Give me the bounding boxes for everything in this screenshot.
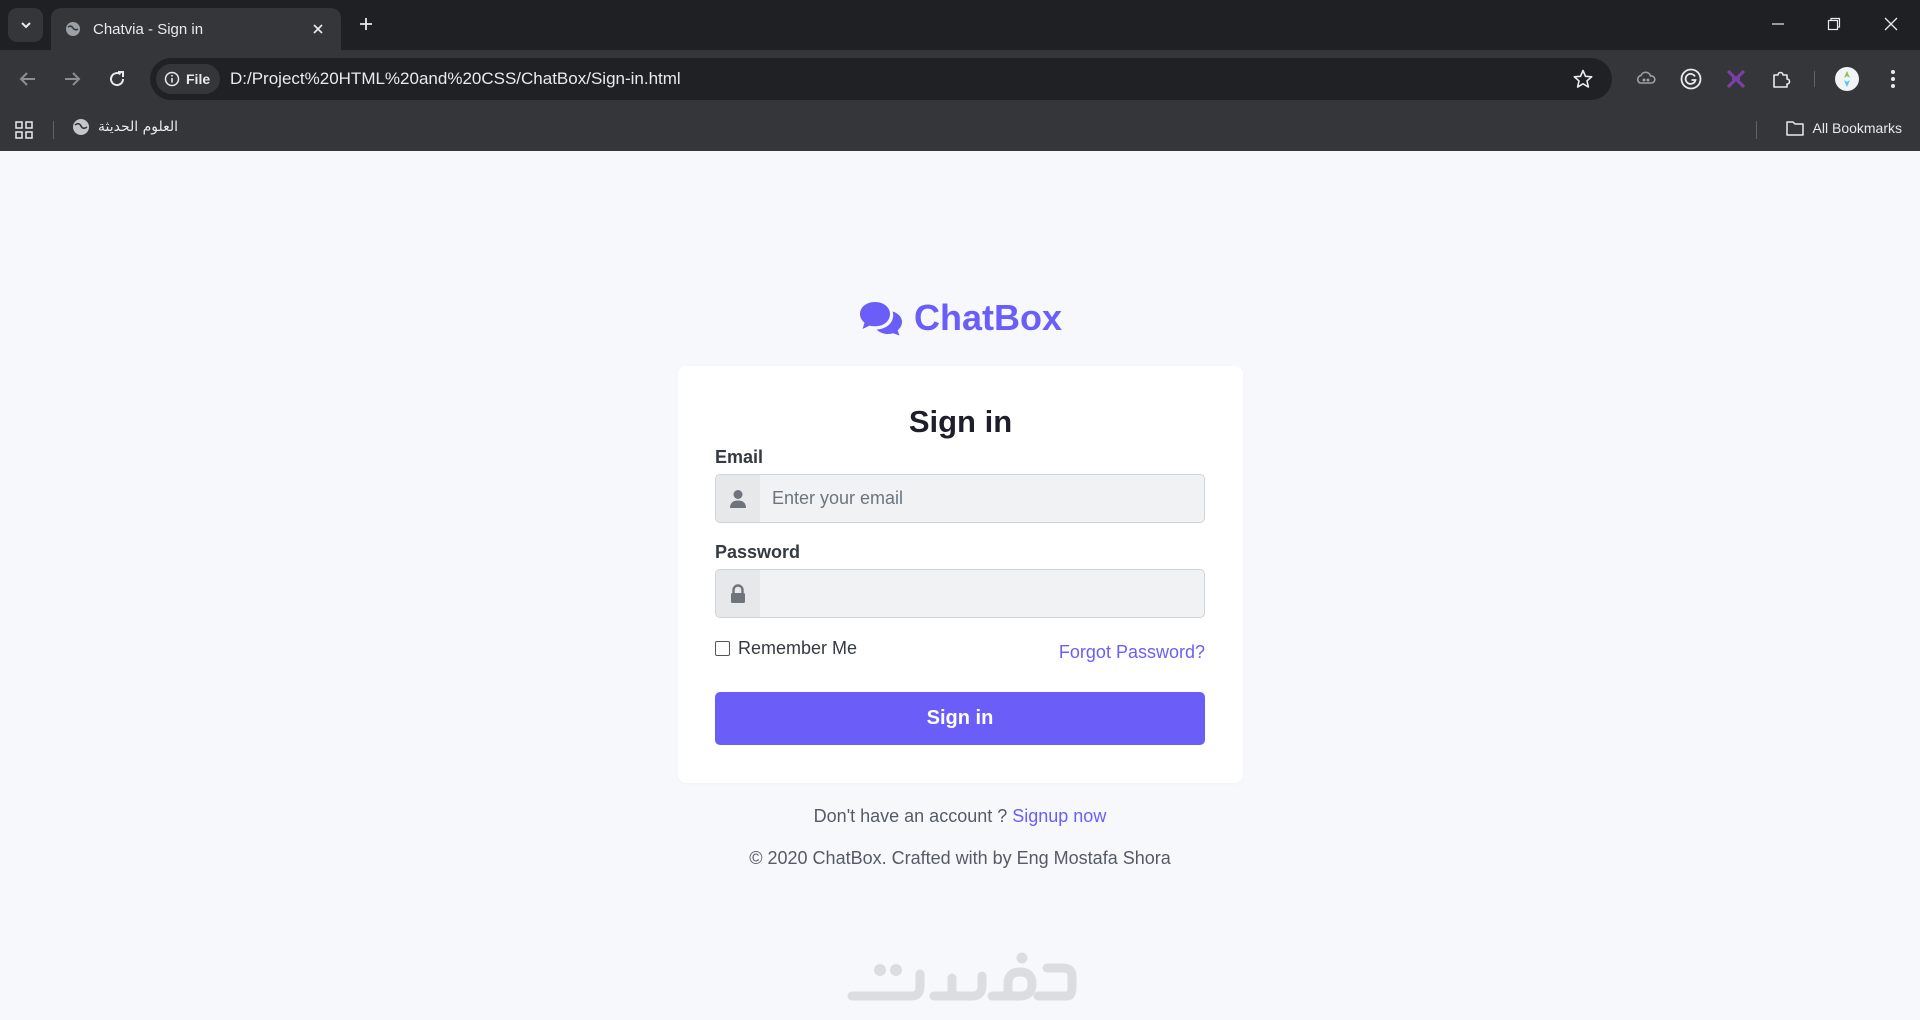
bookmarks-separator (53, 121, 54, 139)
reload-button[interactable] (105, 67, 129, 91)
bookmark-label: العلوم الحديثة (98, 119, 179, 135)
apps-grid-icon[interactable] (14, 120, 34, 140)
chevron-down-icon (20, 22, 31, 29)
active-tab[interactable]: Chatvia - Sign in (51, 8, 341, 50)
user-icon (730, 489, 746, 508)
signin-button[interactable]: Sign in (715, 692, 1205, 745)
watermark-logo (847, 952, 1077, 1001)
restore-button[interactable] (1820, 12, 1848, 36)
extension-cloud-icon[interactable] (1633, 66, 1659, 92)
bookmark-item[interactable]: العلوم الحديثة (72, 118, 178, 136)
reload-icon (110, 71, 125, 87)
close-tab-icon[interactable] (309, 20, 327, 38)
comments-icon (859, 302, 902, 336)
forward-button[interactable] (60, 67, 84, 91)
signup-prompt-text: Don't have an account ? (813, 806, 1013, 826)
copyright-text: © 2020 ChatBox. Crafted with by Eng Most… (749, 848, 1171, 868)
remember-label: Remember Me (738, 638, 858, 658)
grammarly-icon[interactable] (1678, 66, 1704, 92)
info-icon (164, 71, 180, 87)
brand-name: ChatBox (913, 297, 1062, 338)
puzzle-icon[interactable] (1768, 66, 1794, 92)
back-button[interactable] (16, 67, 40, 91)
new-tab-button[interactable] (356, 14, 376, 34)
tab-search-button[interactable] (8, 8, 43, 42)
url-text[interactable]: D:/Project%20HTML%20and%20CSS/ChatBox/Si… (230, 69, 681, 89)
all-bookmarks-label: All Bookmarks (1812, 120, 1902, 136)
minimize-icon (1772, 23, 1784, 25)
tab-title: Chatvia - Sign in (93, 20, 204, 38)
folder-icon (1785, 121, 1804, 136)
email-label: Email (715, 447, 764, 467)
site-info-chip[interactable]: File (156, 64, 221, 94)
close-icon (1884, 17, 1898, 31)
remember-me: Remember Me (715, 638, 857, 659)
bookmarks-bar: العلوم الحديثة All Bookmarks (0, 108, 1920, 151)
password-input-group (715, 569, 1205, 618)
bookmarks-separator (1756, 121, 1757, 139)
globe-icon (66, 22, 80, 36)
email-input-group (715, 474, 1205, 523)
password-addon (716, 570, 760, 617)
page-content: ChatBox Sign in Email Password Remember … (0, 151, 1920, 1020)
browser-toolbar: File D:/Project%20HTML%20and%20CSS/ChatB… (0, 50, 1920, 108)
signin-card: Sign in Email Password Remember Me Forgo… (678, 366, 1243, 783)
address-bar[interactable]: File D:/Project%20HTML%20and%20CSS/ChatB… (150, 58, 1612, 100)
password-input[interactable] (760, 570, 1204, 617)
brand-logo[interactable]: ChatBox (0, 297, 1920, 339)
email-input[interactable] (760, 475, 1204, 522)
plus-icon (360, 18, 372, 30)
restore-icon (1827, 17, 1841, 31)
kebab-menu-icon[interactable] (1880, 66, 1906, 92)
all-bookmarks-button[interactable]: All Bookmarks (1785, 119, 1902, 137)
arrow-right-icon (65, 72, 81, 86)
signup-prompt: Don't have an account ? Signup now (0, 806, 1920, 827)
bookmark-star-icon[interactable] (1572, 68, 1594, 90)
lock-icon (731, 583, 745, 603)
globe-icon (73, 119, 89, 135)
signup-link[interactable]: Signup now (1012, 806, 1106, 826)
extension-x-icon[interactable] (1723, 66, 1749, 92)
password-label: Password (715, 542, 801, 562)
email-addon (716, 475, 760, 522)
tab-bar: Chatvia - Sign in (0, 0, 1920, 50)
remember-checkbox[interactable] (715, 641, 730, 656)
close-window-button[interactable] (1877, 12, 1905, 36)
profile-avatar-icon[interactable] (1834, 66, 1860, 92)
arrow-left-icon (19, 72, 35, 86)
form-title: Sign in (908, 404, 1013, 439)
file-chip-label: File (186, 71, 211, 87)
toolbar-separator (1814, 71, 1815, 87)
forgot-password-link[interactable]: Forgot Password? (1059, 642, 1205, 663)
minimize-button[interactable] (1764, 12, 1792, 36)
